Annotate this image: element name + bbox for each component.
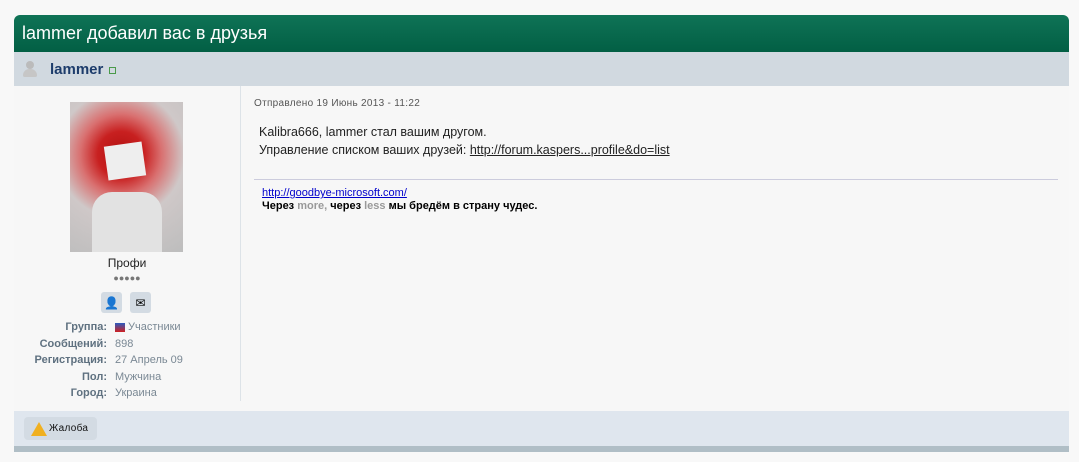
warning-icon: [31, 421, 47, 436]
signature-divider: [254, 179, 1058, 180]
friends-list-link[interactable]: http://forum.kaspers...profile&do=list: [470, 143, 670, 157]
group-icon: [115, 322, 125, 332]
author-bar: lammer: [14, 52, 1069, 86]
info-label: Регистрация:: [34, 354, 107, 367]
author-name-link[interactable]: lammer: [50, 61, 103, 78]
info-label: Город:: [70, 387, 107, 400]
send-message-icon[interactable]: ✉: [130, 292, 151, 313]
info-label: Пол:: [81, 370, 107, 383]
page-title: lammer добавил вас в друзья: [14, 15, 1069, 52]
info-value: 27 Апрель 09: [115, 354, 183, 367]
info-value: Участники: [128, 321, 181, 334]
rank-pips: ●●●●●: [113, 273, 141, 283]
bottom-strip: [14, 446, 1069, 452]
info-value: Украина: [115, 387, 157, 400]
info-label: Сообщений:: [39, 337, 107, 350]
sig-text: less: [364, 200, 386, 212]
sig-text: мы бредём в страну чудес.: [385, 200, 538, 212]
sig-text: через: [327, 200, 365, 212]
info-value: 898: [115, 337, 134, 350]
post-card: lammer добавил вас в друзья lammer Профи…: [14, 15, 1069, 452]
info-value: Мужчина: [115, 370, 162, 383]
author-info: Группа: Участники Сообщений: 898 Регистрац…: [14, 319, 240, 402]
avatar[interactable]: [70, 102, 183, 252]
sig-text: Через: [262, 200, 298, 212]
author-rank: Профи: [107, 256, 147, 270]
external-link-icon[interactable]: [109, 66, 117, 74]
sig-text: more,: [297, 200, 328, 212]
post-date: Отправлено 19 Июнь 2013 - 11:22: [254, 98, 421, 109]
user-icon: [23, 61, 37, 77]
signature: http://goodbye-microsoft.com/ Через more…: [262, 187, 537, 213]
post-message: Kalibra666, lammer стал вашим другом. Уп…: [259, 123, 670, 159]
message-line: Управление списком ваших друзей:: [259, 143, 470, 157]
info-label: Группа:: [65, 321, 107, 334]
author-panel: Профи ●●●●● 👤 ✉ Группа: Участники Сообщен…: [14, 86, 241, 401]
report-label: Жалоба: [49, 423, 89, 434]
post-footer: Жалоба: [14, 411, 1069, 446]
report-button[interactable]: Жалоба: [24, 417, 98, 440]
message-line: Kalibra666, lammer стал вашим другом.: [259, 125, 487, 139]
signature-link[interactable]: http://goodbye-microsoft.com/: [262, 187, 407, 199]
add-friend-icon[interactable]: 👤: [101, 292, 122, 313]
